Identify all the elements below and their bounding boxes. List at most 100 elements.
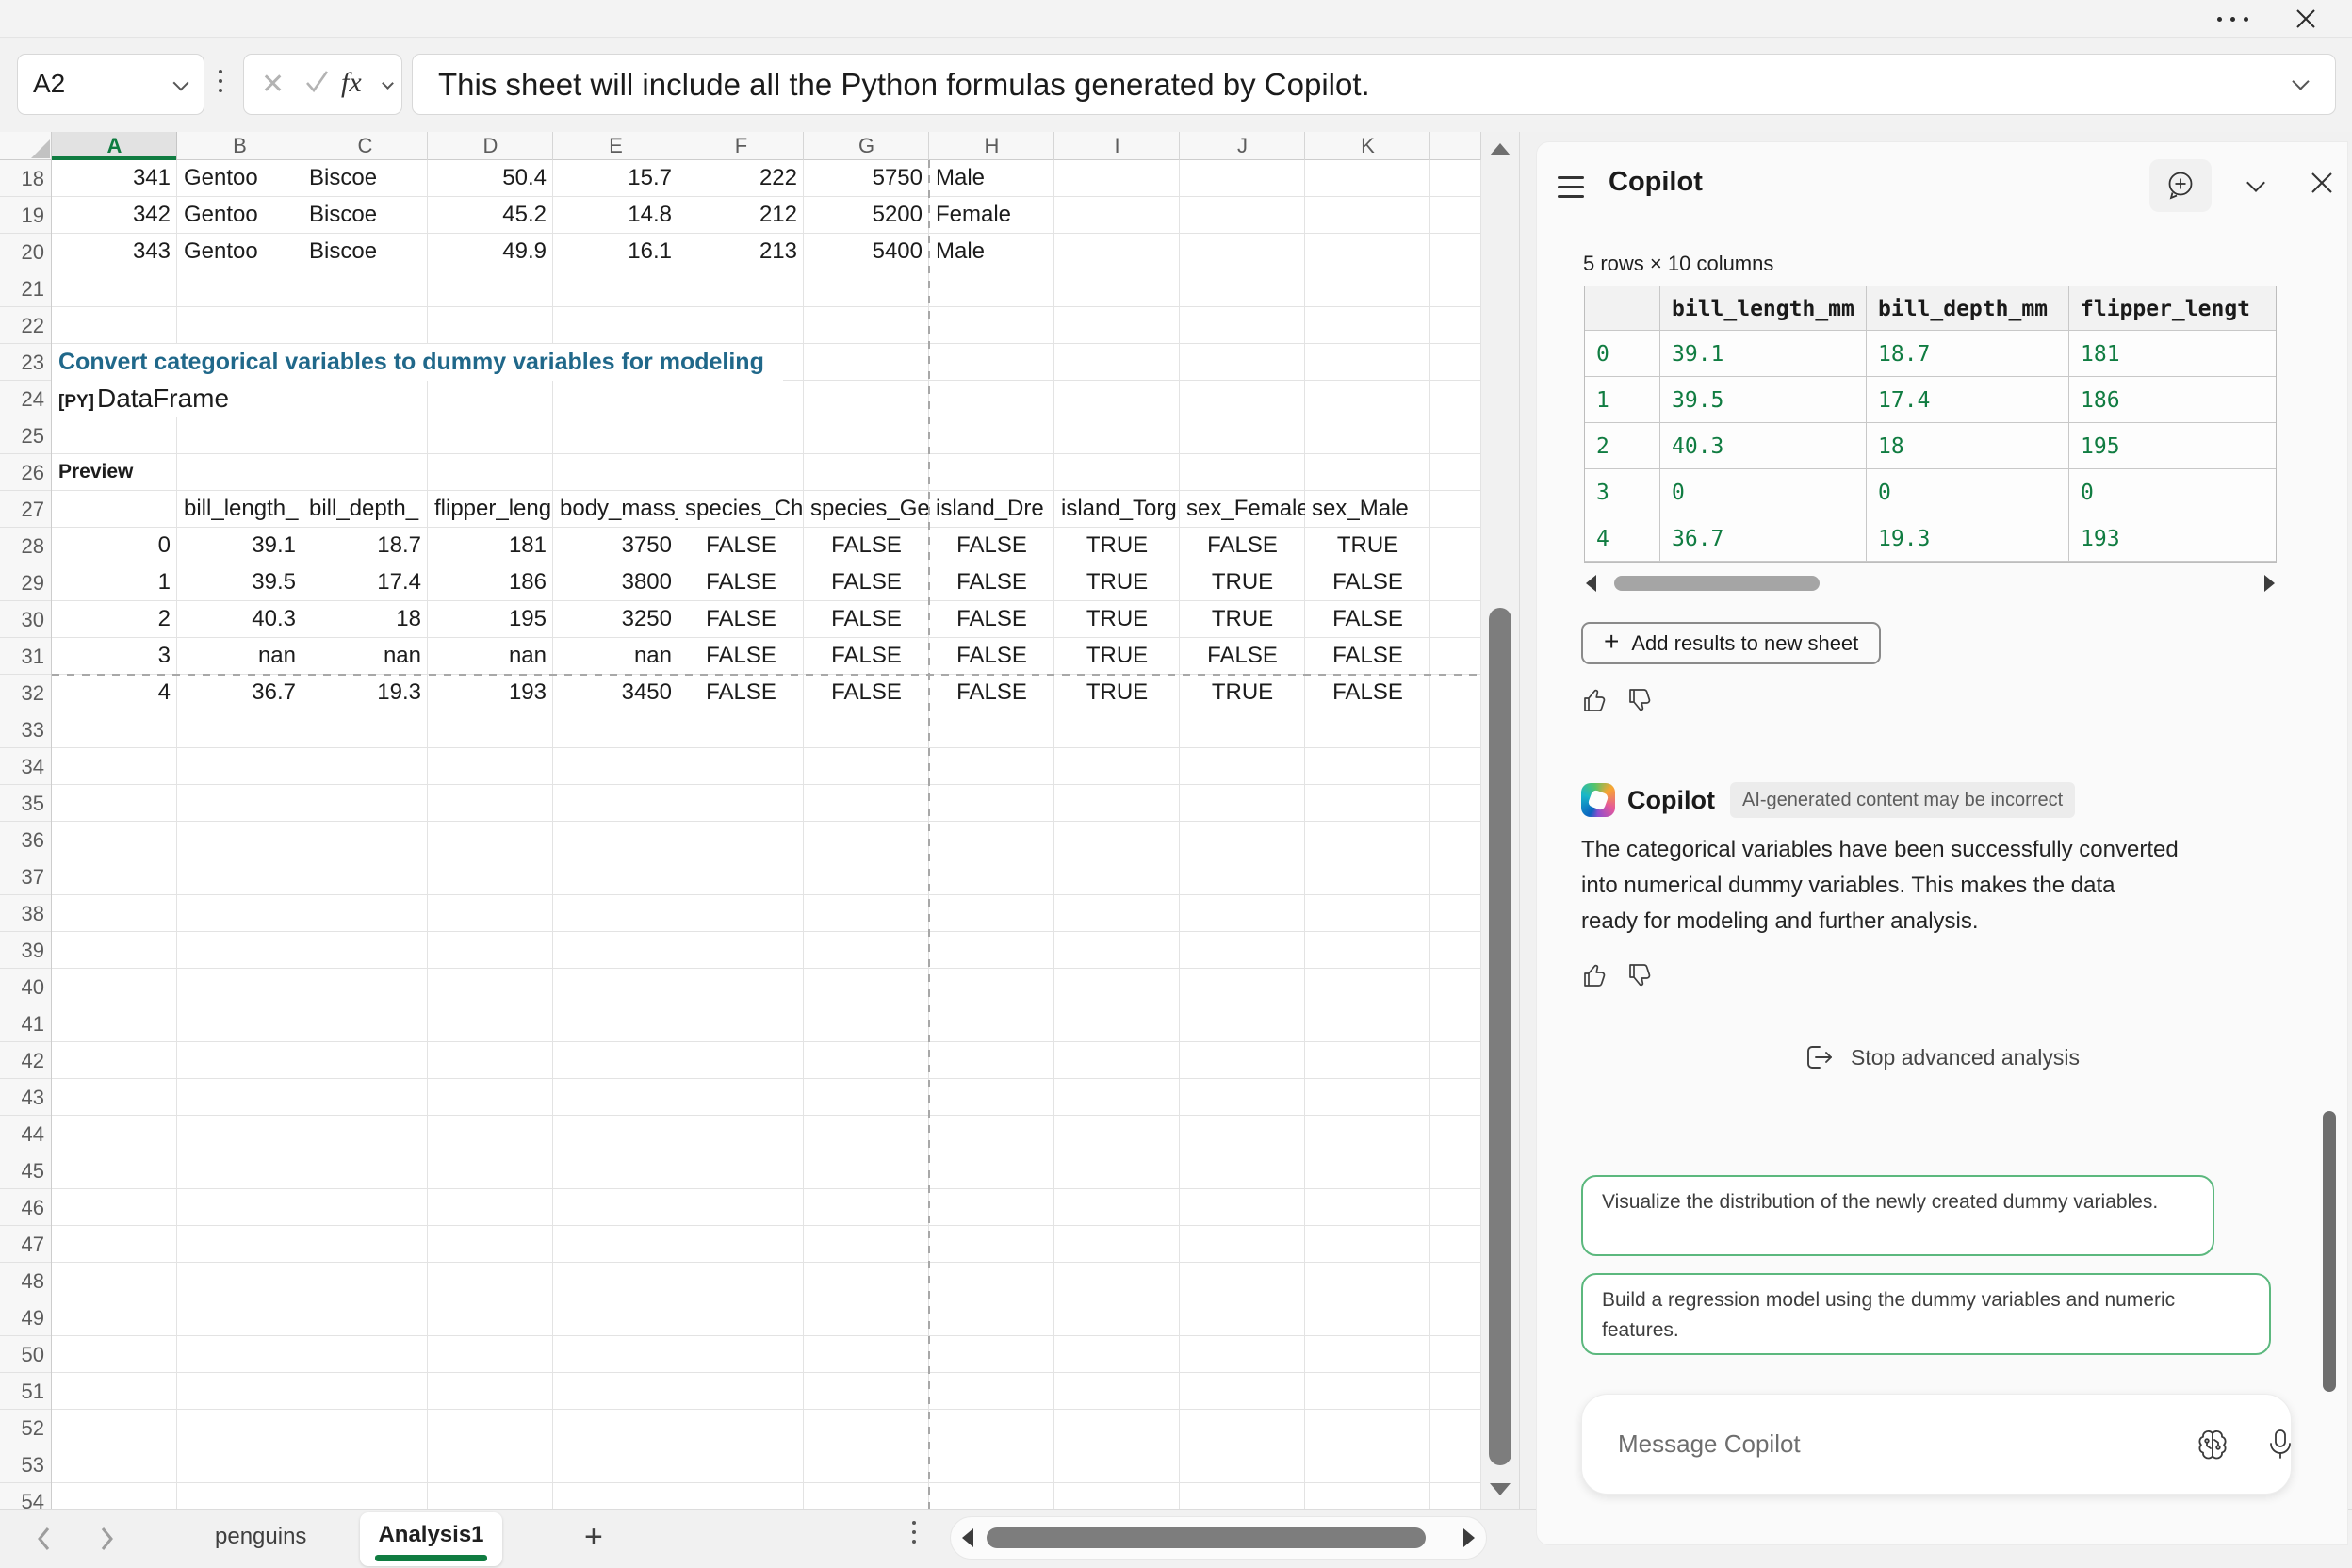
cell-F34[interactable] [678, 748, 804, 785]
cell-E33[interactable] [553, 711, 678, 748]
cell-C29[interactable]: 17.4 [302, 564, 428, 601]
cell-B39[interactable] [177, 932, 302, 969]
cell-E49[interactable] [553, 1299, 678, 1336]
window-close-icon[interactable] [2294, 7, 2318, 31]
cell-H31[interactable]: FALSE [929, 638, 1054, 675]
cell-partial-27[interactable] [1430, 491, 1481, 528]
cell-E52[interactable] [553, 1410, 678, 1446]
suggestion-chip[interactable]: Visualize the distribution of the newly … [1581, 1175, 2214, 1256]
cell-D18[interactable]: 50.4 [428, 160, 553, 197]
cell-G48[interactable] [804, 1263, 929, 1299]
cell-E35[interactable] [553, 785, 678, 822]
cell-A49[interactable] [52, 1299, 177, 1336]
cell-partial-30[interactable] [1430, 601, 1481, 638]
row-header-46[interactable]: 46 [0, 1189, 52, 1226]
cell-B32[interactable]: 36.7 [177, 675, 302, 711]
cell-K28[interactable]: TRUE [1305, 528, 1430, 564]
cell-partial-48[interactable] [1430, 1263, 1481, 1299]
cell-G27[interactable]: species_Ge [804, 491, 929, 528]
cell-C18[interactable]: Biscoe [302, 160, 428, 197]
cell-D35[interactable] [428, 785, 553, 822]
cell-D40[interactable] [428, 969, 553, 1005]
cell-partial-25[interactable] [1430, 417, 1481, 454]
cell-K47[interactable] [1305, 1226, 1430, 1263]
sheet-nav-left-icon[interactable] [34, 1525, 55, 1558]
cell-G52[interactable] [804, 1410, 929, 1446]
column-header-B[interactable]: B [177, 132, 302, 160]
cell-partial-54[interactable] [1430, 1483, 1481, 1509]
cell-I20[interactable] [1054, 234, 1180, 270]
cell-B49[interactable] [177, 1299, 302, 1336]
cell-J34[interactable] [1180, 748, 1305, 785]
cell-G36[interactable] [804, 822, 929, 858]
row-header-21[interactable]: 21 [0, 270, 52, 307]
cell-G54[interactable] [804, 1483, 929, 1509]
cell-H36[interactable] [929, 822, 1054, 858]
cell-G41[interactable] [804, 1005, 929, 1042]
row-header-31[interactable]: 31 [0, 638, 52, 675]
cell-G30[interactable]: FALSE [804, 601, 929, 638]
fx-chevron-icon[interactable] [382, 77, 394, 90]
cell-E22[interactable] [553, 307, 678, 344]
cell-partial-46[interactable] [1430, 1189, 1481, 1226]
cell-partial-41[interactable] [1430, 1005, 1481, 1042]
cell-G53[interactable] [804, 1446, 929, 1483]
cell-B26[interactable] [177, 454, 302, 491]
sheet-tab-penguins[interactable]: penguins [215, 1524, 306, 1550]
cell-partial-22[interactable] [1430, 307, 1481, 344]
cell-partial-44[interactable] [1430, 1116, 1481, 1152]
cell-H50[interactable] [929, 1336, 1054, 1373]
name-box[interactable]: A2 [17, 54, 204, 115]
cell-J18[interactable] [1180, 160, 1305, 197]
cell-E37[interactable] [553, 858, 678, 895]
cell-J29[interactable]: TRUE [1180, 564, 1305, 601]
cell-K36[interactable] [1305, 822, 1430, 858]
cell-A21[interactable] [52, 270, 177, 307]
cell-G28[interactable]: FALSE [804, 528, 929, 564]
cell-I40[interactable] [1054, 969, 1180, 1005]
cell-C44[interactable] [302, 1116, 428, 1152]
cell-A30[interactable]: 2 [52, 601, 177, 638]
cell-K46[interactable] [1305, 1189, 1430, 1226]
scroll-left-icon[interactable] [962, 1528, 973, 1547]
row-header-24[interactable]: 24 [0, 381, 52, 417]
cell-D33[interactable] [428, 711, 553, 748]
cell-K25[interactable] [1305, 417, 1430, 454]
cell-D20[interactable]: 49.9 [428, 234, 553, 270]
cell-A47[interactable] [52, 1226, 177, 1263]
cell-F51[interactable] [678, 1373, 804, 1410]
cell-K38[interactable] [1305, 895, 1430, 932]
cell-H54[interactable] [929, 1483, 1054, 1509]
cell-J40[interactable] [1180, 969, 1305, 1005]
cell-A48[interactable] [52, 1263, 177, 1299]
cell-B35[interactable] [177, 785, 302, 822]
cell-H38[interactable] [929, 895, 1054, 932]
cell-G45[interactable] [804, 1152, 929, 1189]
close-panel-icon[interactable] [2308, 169, 2336, 197]
cell-F26[interactable] [678, 454, 804, 491]
cell-J42[interactable] [1180, 1042, 1305, 1079]
cell-F25[interactable] [678, 417, 804, 454]
cell-F42[interactable] [678, 1042, 804, 1079]
thumbs-up-icon[interactable] [1580, 960, 1610, 990]
cell-B30[interactable]: 40.3 [177, 601, 302, 638]
cell-K51[interactable] [1305, 1373, 1430, 1410]
cell-J35[interactable] [1180, 785, 1305, 822]
cell-C27[interactable]: bill_depth_ [302, 491, 428, 528]
cell-E32[interactable]: 3450 [553, 675, 678, 711]
cell-C37[interactable] [302, 858, 428, 895]
cell-H45[interactable] [929, 1152, 1054, 1189]
cell-J51[interactable] [1180, 1373, 1305, 1410]
cell-K44[interactable] [1305, 1116, 1430, 1152]
collapse-panel-icon[interactable] [2249, 176, 2262, 194]
cell-E51[interactable] [553, 1373, 678, 1410]
cell-partial-31[interactable] [1430, 638, 1481, 675]
cell-G18[interactable]: 5750 [804, 160, 929, 197]
cell-K26[interactable] [1305, 454, 1430, 491]
cell-J20[interactable] [1180, 234, 1305, 270]
cell-F45[interactable] [678, 1152, 804, 1189]
cell-E28[interactable]: 3750 [553, 528, 678, 564]
cell-D31[interactable]: nan [428, 638, 553, 675]
cell-D41[interactable] [428, 1005, 553, 1042]
cell-I42[interactable] [1054, 1042, 1180, 1079]
